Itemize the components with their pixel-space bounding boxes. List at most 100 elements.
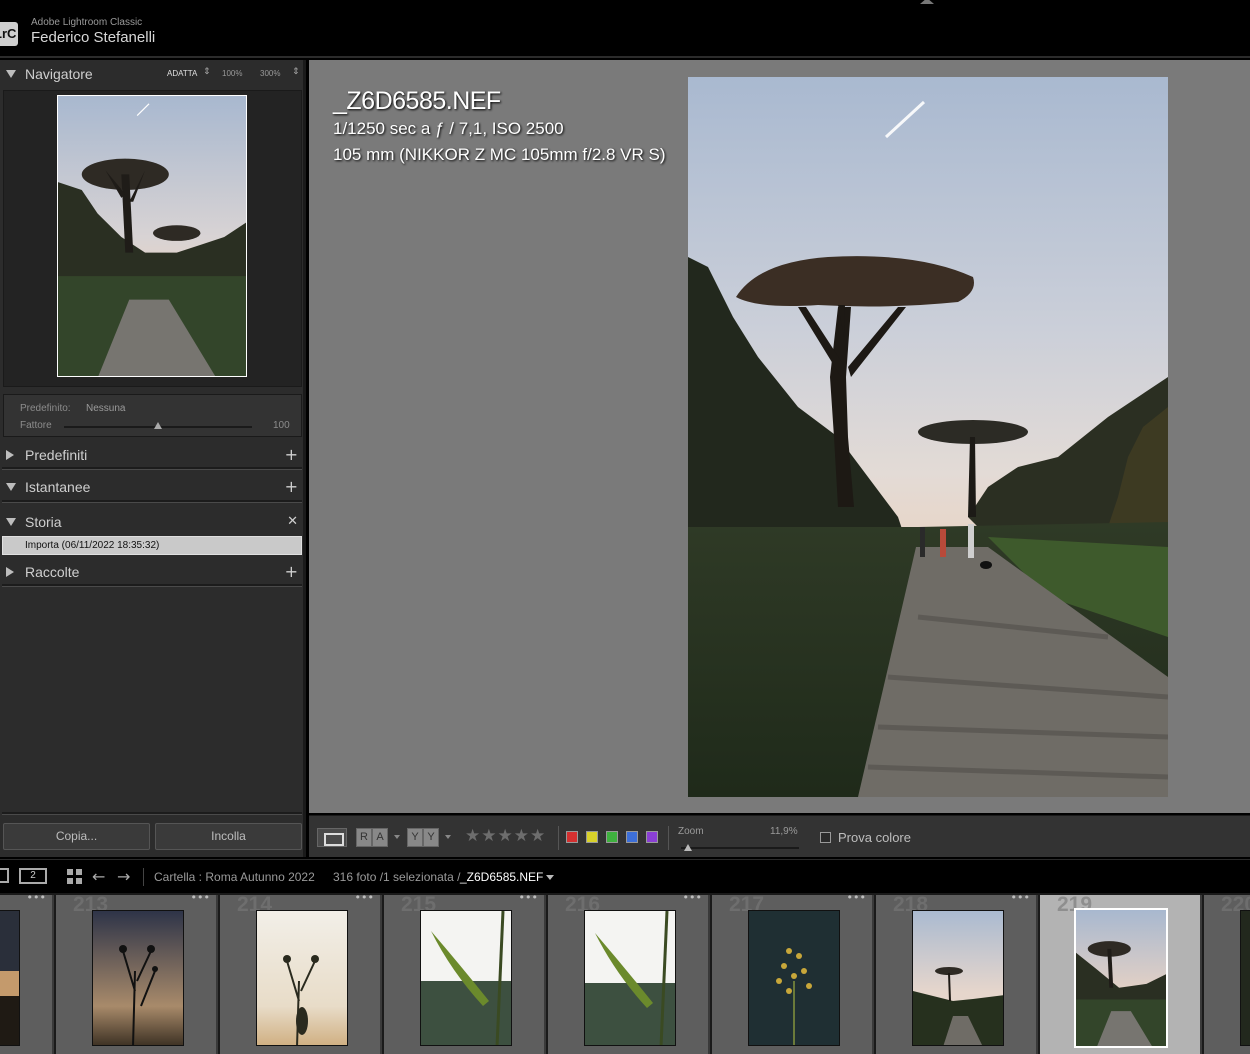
second-screen-button[interactable]: 2 (19, 868, 47, 884)
info-overlay: _Z6D6585.NEF 1/1250 sec a ƒ / 7,1, ISO 2… (333, 86, 666, 168)
navigator-title: Navigatore (25, 66, 93, 82)
collections-header[interactable]: Raccolte + (0, 558, 306, 586)
filmstrip-cell[interactable]: 213 ••• (56, 893, 218, 1054)
filmstrip-thumbnail[interactable] (584, 910, 676, 1046)
filmstrip-count: 316 foto /1 selezionata / (333, 870, 461, 884)
add-collection-icon[interactable]: + (285, 562, 298, 581)
filmstrip-thumbnail[interactable] (0, 910, 20, 1046)
survey-y-button[interactable]: Y (407, 828, 423, 847)
loupe-view-button[interactable] (317, 828, 347, 847)
lightroom-logo-icon: LrC (0, 22, 18, 46)
grid-view-icon[interactable] (67, 869, 82, 884)
more-dots-icon[interactable]: ••• (355, 893, 374, 904)
collections-title: Raccolte (25, 564, 80, 580)
add-preset-icon[interactable]: + (285, 445, 298, 464)
factor-value: 100 (273, 420, 290, 431)
filmstrip-cell[interactable]: 220 (1204, 893, 1250, 1054)
main-screen-icon[interactable] (0, 868, 9, 883)
expand-triangle-icon[interactable] (6, 450, 14, 460)
more-dots-icon[interactable]: ••• (191, 893, 210, 904)
zoom-fit-option[interactable]: ADATTA (167, 69, 197, 78)
filmstrip-cell[interactable]: ••• (0, 893, 54, 1054)
toolbar: R A Y Y ★★★★★ Zoom 11,9% Prova colore (309, 815, 1250, 857)
green-label-swatch[interactable] (606, 831, 618, 843)
loupe-view[interactable]: _Z6D6585.NEF 1/1250 sec a ƒ / 7,1, ISO 2… (309, 60, 1250, 813)
filmstrip-thumbnail[interactable] (92, 910, 184, 1046)
filmstrip-cell[interactable]: 216 ••• (548, 893, 710, 1054)
more-dots-icon[interactable]: ••• (519, 893, 538, 904)
filmstrip-thumbnail-selected[interactable] (1074, 908, 1168, 1048)
filmstrip-cell[interactable]: 217 ••• (712, 893, 874, 1054)
paste-button[interactable]: Incolla (155, 823, 302, 850)
collapse-triangle-icon[interactable] (6, 70, 16, 78)
panel-divider (2, 467, 302, 470)
show-panel-arrow-icon[interactable] (920, 0, 934, 4)
compare-r-button[interactable]: R (356, 828, 372, 847)
more-dots-icon[interactable]: ••• (683, 893, 702, 904)
filmstrip-thumbnail[interactable] (748, 910, 840, 1046)
soft-proof-checkbox[interactable] (820, 832, 831, 843)
survey-y2-button[interactable]: Y (423, 828, 439, 847)
dropdown-arrow-icon[interactable] (394, 835, 400, 839)
clear-history-icon[interactable]: ✕ (287, 514, 298, 529)
main-photo[interactable] (688, 77, 1168, 797)
zoom-300-option[interactable]: 300% (260, 69, 280, 78)
navigator-thumbnail[interactable] (57, 95, 247, 377)
preset-value[interactable]: Nessuna (86, 403, 125, 414)
presets-header[interactable]: Predefiniti + (0, 441, 306, 469)
more-dots-icon[interactable]: ••• (847, 893, 866, 904)
filmstrip-filename[interactable]: _Z6D6585.NEF (460, 870, 543, 884)
navigator-photo (58, 96, 246, 376)
more-dots-icon[interactable]: ••• (27, 893, 46, 904)
red-label-swatch[interactable] (566, 831, 578, 843)
filmstrip-cell-selected[interactable]: 219 (1040, 893, 1202, 1054)
add-snapshot-icon[interactable]: + (285, 477, 298, 496)
collapse-triangle-icon[interactable] (6, 518, 16, 526)
updown-icon[interactable]: ⇕ (292, 67, 300, 77)
yellow-label-swatch[interactable] (586, 831, 598, 843)
zoom-slider-knob[interactable] (684, 844, 692, 851)
filmstrip[interactable]: ••• 213 ••• 214 ••• 215 ••• 216 ••• 217 … (0, 893, 1250, 1054)
purple-label-swatch[interactable] (646, 831, 658, 843)
zoom-slider-track[interactable] (681, 847, 799, 849)
filmstrip-thumbnail[interactable] (420, 910, 512, 1046)
dropdown-arrow-icon[interactable] (445, 835, 451, 839)
filmstrip-thumbnail[interactable] (1240, 910, 1250, 1046)
filmstrip-source[interactable]: Cartella : Roma Autunno 2022 (154, 870, 315, 884)
more-dots-icon[interactable]: ••• (1011, 893, 1030, 904)
updown-icon[interactable]: ⇕ (203, 67, 211, 77)
presets-title: Predefiniti (25, 447, 88, 463)
soft-proof-label[interactable]: Prova colore (838, 830, 911, 845)
thumbnail-image (1241, 911, 1250, 1045)
filename-dropdown-icon[interactable] (546, 875, 554, 880)
snapshots-header[interactable]: Istantanee + (0, 473, 306, 501)
panel-divider (2, 812, 302, 815)
factor-slider-knob[interactable] (154, 422, 162, 429)
thumbnail-image (421, 911, 511, 1045)
divider (143, 868, 144, 886)
navigator-header[interactable]: Navigatore ADATTA ⇕ 100% 300% ⇕ (0, 60, 306, 88)
thumbnail-image (1076, 910, 1166, 1046)
star-rating[interactable]: ★★★★★ (465, 826, 546, 846)
next-arrow-icon[interactable]: → (117, 867, 130, 886)
thumbnail-image (257, 911, 347, 1045)
copy-button[interactable]: Copia... (3, 823, 150, 850)
history-item[interactable]: Importa (06/11/2022 18:35:32) (2, 536, 302, 555)
history-header[interactable]: Storia ✕ (0, 508, 306, 536)
blue-label-swatch[interactable] (626, 831, 638, 843)
filmstrip-cell[interactable]: 214 ••• (220, 893, 382, 1054)
previous-arrow-icon[interactable]: ← (92, 867, 105, 886)
overlay-file-name: _Z6D6585.NEF (333, 87, 501, 115)
filmstrip-cell[interactable]: 215 ••• (384, 893, 546, 1054)
expand-triangle-icon[interactable] (6, 567, 14, 577)
snapshots-title: Istantanee (25, 479, 91, 495)
panel-divider (2, 500, 302, 503)
compare-a-button[interactable]: A (372, 828, 388, 847)
left-panel: Navigatore ADATTA ⇕ 100% 300% ⇕ Predefin… (0, 60, 306, 857)
filmstrip-thumbnail[interactable] (256, 910, 348, 1046)
filmstrip-cell[interactable]: 218 ••• (876, 893, 1038, 1054)
thumbnail-image (0, 911, 19, 1045)
collapse-triangle-icon[interactable] (6, 483, 16, 491)
filmstrip-thumbnail[interactable] (912, 910, 1004, 1046)
zoom-100-option[interactable]: 100% (222, 69, 242, 78)
